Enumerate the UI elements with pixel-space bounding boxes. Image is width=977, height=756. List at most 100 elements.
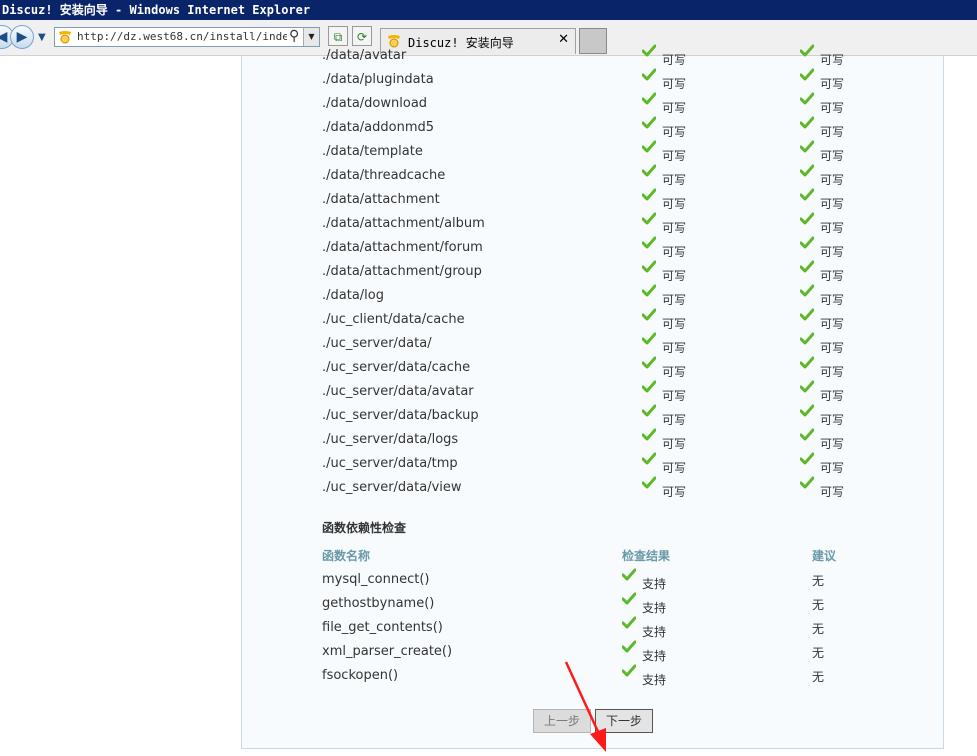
current-status-text: 可写: [662, 125, 687, 139]
directory-path: ./data/attachment/album: [322, 216, 485, 231]
check-icon: [642, 92, 656, 105]
current-status-text: 可写: [662, 197, 687, 211]
directory-row: ./data/avatar 可写 可写: [322, 44, 882, 68]
search-icon[interactable]: ⚲: [289, 28, 299, 44]
current-status-text: 可写: [662, 101, 687, 115]
check-icon: [642, 356, 656, 369]
required-status-text: 可写: [820, 149, 845, 163]
function-suggestion: 无: [812, 670, 825, 684]
directory-path: ./data/attachment/group: [322, 264, 482, 279]
install-panel: ./data/avatar 可写 可写 ./data/plugindata 可写 可写 ./…: [241, 44, 944, 749]
check-icon: [642, 332, 656, 345]
function-result-text: 支持: [642, 601, 667, 615]
required-status-text: 可写: [820, 221, 845, 235]
check-icon: [800, 260, 814, 273]
directory-row: ./data/threadcache 可写 可写: [322, 164, 882, 188]
required-status-text: 可写: [820, 101, 845, 115]
required-status-text: 可写: [820, 293, 845, 307]
check-icon: [622, 592, 636, 605]
check-result-header: 检查结果: [622, 549, 671, 563]
directory-path: ./data/plugindata: [322, 72, 434, 87]
check-icon: [800, 212, 814, 225]
required-status-text: 可写: [820, 389, 845, 403]
directory-path: ./data/attachment/forum: [322, 240, 483, 255]
refresh-icon[interactable]: ⟳: [352, 26, 372, 46]
directory-path: ./data/template: [322, 144, 423, 159]
address-dropdown-icon[interactable]: ▼: [303, 28, 319, 46]
function-suggestion: 无: [812, 646, 825, 660]
directory-path: ./data/addonmd5: [322, 120, 435, 135]
current-status-text: 可写: [662, 413, 687, 427]
required-status-text: 可写: [820, 437, 845, 451]
directory-row: ./uc_client/data/cache 可写 可写: [322, 308, 882, 332]
directory-path: ./data/avatar: [322, 48, 407, 63]
required-status-text: 可写: [820, 77, 845, 91]
check-icon: [642, 236, 656, 249]
required-status-text: 可写: [820, 413, 845, 427]
function-name-header: 函数名称: [322, 549, 371, 563]
window-title: Discuz! 安装向导 - Windows Internet Explorer: [0, 0, 977, 20]
check-icon: [642, 428, 656, 441]
check-icon: [642, 188, 656, 201]
current-status-text: 可写: [662, 269, 687, 283]
function-row: file_get_contents() 支持 无: [322, 616, 882, 640]
check-icon: [800, 332, 814, 345]
check-icon: [800, 476, 814, 489]
current-status-text: 可写: [662, 461, 687, 475]
directory-path: ./uc_client/data/cache: [322, 312, 465, 327]
check-icon: [800, 92, 814, 105]
directory-row: ./data/addonmd5 可写 可写: [322, 116, 882, 140]
current-status-text: 可写: [662, 317, 687, 331]
required-status-text: 可写: [820, 461, 845, 475]
function-suggestion: 无: [812, 598, 825, 612]
red-arrow: [564, 661, 606, 752]
page-content: ./data/avatar 可写 可写 ./data/plugindata 可写 可写 ./…: [0, 44, 977, 752]
directory-row: ./data/template 可写 可写: [322, 140, 882, 164]
address-url[interactable]: http://dz.west68.cn/install/index.php: [77, 30, 287, 43]
required-status-text: 可写: [820, 197, 845, 211]
function-result-text: 支持: [642, 577, 667, 591]
function-check-title: 函数依赖性检查: [322, 521, 407, 535]
address-bar[interactable]: http://dz.west68.cn/install/index.php ⚲ …: [54, 27, 320, 47]
check-icon: [800, 284, 814, 297]
check-icon: [800, 236, 814, 249]
function-result-text: 支持: [642, 649, 667, 663]
current-status-text: 可写: [662, 221, 687, 235]
history-dropdown-icon[interactable]: ▼: [38, 32, 46, 43]
forward-icon[interactable]: ▶: [10, 25, 34, 49]
current-status-text: 可写: [662, 173, 687, 187]
check-icon: [622, 568, 636, 581]
directory-path: ./data/attachment: [322, 192, 440, 207]
current-status-text: 可写: [662, 293, 687, 307]
check-icon: [800, 404, 814, 417]
check-icon: [800, 452, 814, 465]
compat-view-icon[interactable]: ⧉: [328, 26, 348, 46]
check-icon: [642, 140, 656, 153]
directory-check-list: ./data/avatar 可写 可写 ./data/plugindata 可写 可写 ./…: [322, 44, 882, 500]
check-icon: [642, 476, 656, 489]
function-row: gethostbyname() 支持 无: [322, 592, 882, 616]
check-icon: [800, 188, 814, 201]
required-status-text: 可写: [820, 341, 845, 355]
directory-row: ./data/attachment/album 可写 可写: [322, 212, 882, 236]
check-icon: [622, 664, 636, 677]
function-name: gethostbyname(): [322, 596, 435, 611]
directory-path: ./uc_server/data/: [322, 336, 432, 351]
check-icon: [642, 380, 656, 393]
function-suggestion: 无: [812, 622, 825, 636]
function-name: mysql_connect(): [322, 572, 430, 587]
directory-row: ./data/log 可写 可写: [322, 284, 882, 308]
check-icon: [642, 116, 656, 129]
directory-row: ./data/attachment/group 可写 可写: [322, 260, 882, 284]
directory-path: ./uc_server/data/view: [322, 480, 462, 495]
check-icon: [642, 284, 656, 297]
required-status-text: 可写: [820, 173, 845, 187]
check-icon: [800, 44, 814, 57]
function-name: file_get_contents(): [322, 620, 443, 635]
required-status-text: 可写: [820, 53, 845, 67]
function-suggestion: 无: [812, 574, 825, 588]
suggestion-header: 建议: [812, 549, 837, 563]
directory-path: ./data/threadcache: [322, 168, 446, 183]
current-status-text: 可写: [662, 53, 687, 67]
current-status-text: 可写: [662, 341, 687, 355]
